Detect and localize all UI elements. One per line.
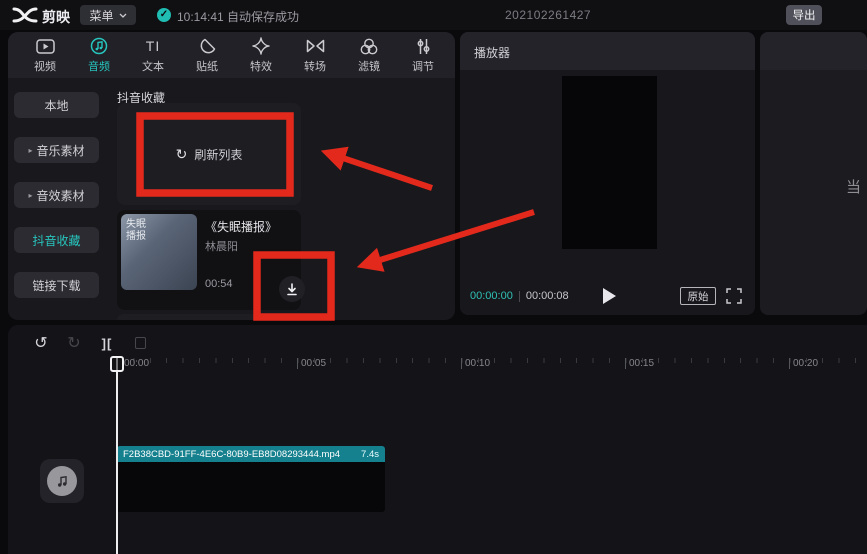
tab-label: 音频 (88, 58, 110, 74)
media-library-panel: 视频 音频 TI 文本 (8, 32, 455, 320)
top-bar: 剪映 菜单 ✓ 10:14:41 自动保存成功 202102261427 导出 (0, 0, 867, 30)
tab-filter[interactable]: 滤镜 (342, 32, 396, 78)
player-title: 播放器 (474, 44, 510, 61)
clip-filename: F2B38CBD-91FF-4E6C-80B9-EB8D08293444.mp4 (123, 449, 340, 460)
timeline-panel: ↺ ↻ ][ 00:00 00:05 00:10 00:15 00:20 (8, 325, 867, 554)
sticker-icon (199, 37, 216, 56)
sidebar-item-music-assets[interactable]: ▸ 音乐素材 (14, 137, 99, 163)
filter-icon (360, 37, 378, 56)
tab-adjust[interactable]: 调节 (396, 32, 450, 78)
text-icon: TI (146, 37, 160, 56)
expand-arrow-icon: ▸ (28, 191, 32, 200)
tab-label: 转场 (304, 58, 326, 74)
ruler-label: 00:20 (789, 358, 818, 369)
autosave-check-icon: ✓ (157, 8, 171, 22)
ruler-label: 00:15 (625, 358, 654, 369)
expand-arrow-icon: ▸ (28, 146, 32, 155)
refresh-icon: ↻ (176, 146, 188, 163)
delete-icon (135, 337, 146, 349)
ruler-ticks (117, 358, 865, 363)
undo-button[interactable]: ↺ (30, 332, 52, 354)
track-audio-toggle[interactable] (40, 459, 84, 503)
tab-label: 视频 (34, 58, 56, 74)
clip-thumbnail-strip (117, 462, 385, 512)
video-preview (562, 76, 657, 249)
refresh-list-button[interactable]: ↻ 刷新列表 (117, 103, 301, 205)
player-controls: 00:00:00 00:00:08 原始 (460, 277, 755, 315)
music-duration: 00:54 (205, 278, 233, 290)
menu-button-label: 菜单 (89, 7, 113, 24)
clipped-text: 当 (846, 176, 861, 197)
adjust-icon (415, 37, 432, 56)
asset-tab-bar: 视频 音频 TI 文本 (8, 32, 455, 78)
tab-sticker[interactable]: 贴纸 (180, 32, 234, 78)
original-quality-button[interactable]: 原始 (680, 287, 716, 305)
sidebar-item-label: 抖音收藏 (32, 232, 80, 249)
sidebar-item-douyin-favorites[interactable]: 抖音收藏 (14, 227, 99, 253)
tab-effects[interactable]: 特效 (234, 32, 288, 78)
tab-label: 文本 (142, 58, 164, 74)
time-ruler[interactable]: 00:00 00:05 00:10 00:15 00:20 (8, 356, 867, 376)
split-button[interactable]: ][ (96, 332, 118, 354)
app-logo-icon (12, 6, 38, 24)
next-music-item-partial (117, 314, 301, 320)
ruler-label: 00:05 (297, 358, 326, 369)
project-name: 202102261427 (505, 8, 591, 22)
audio-icon (90, 37, 108, 56)
player-panel: 播放器 00:00:00 00:00:08 原始 (460, 32, 755, 315)
effects-icon (252, 37, 270, 56)
ruler-label: 00:10 (461, 358, 490, 369)
current-time: 00:00:00 (470, 290, 513, 302)
fullscreen-icon[interactable] (726, 288, 742, 304)
mute-original-icon (47, 466, 77, 496)
export-button[interactable]: 导出 (786, 5, 822, 25)
clip-duration: 7.4s (361, 449, 379, 460)
playhead-handle[interactable] (110, 356, 124, 372)
tab-video[interactable]: 视频 (18, 32, 72, 78)
transition-icon (306, 37, 325, 56)
tab-label: 贴纸 (196, 58, 218, 74)
sidebar-item-sound-effects[interactable]: ▸ 音效素材 (14, 182, 99, 208)
time-divider (519, 291, 520, 302)
sidebar-item-link-download[interactable]: 链接下载 (14, 272, 99, 298)
tab-label: 特效 (250, 58, 272, 74)
menu-button[interactable]: 菜单 (80, 5, 136, 25)
total-time: 00:00:08 (526, 290, 569, 302)
music-list-item[interactable]: 失眠播报 《失眠播报》 林晨阳 00:54 (117, 210, 301, 310)
play-button[interactable] (603, 288, 616, 304)
app-window: 剪映 菜单 ✓ 10:14:41 自动保存成功 202102261427 导出 … (0, 0, 867, 554)
tab-label: 调节 (412, 58, 434, 74)
playhead-line (116, 357, 118, 554)
chevron-down-icon (119, 13, 127, 18)
timeline-clip[interactable]: F2B38CBD-91FF-4E6C-80B9-EB8D08293444.mp4… (117, 446, 385, 512)
sidebar-item-local[interactable]: 本地 (14, 92, 99, 118)
refresh-list-label: 刷新列表 (194, 146, 242, 163)
download-icon (286, 283, 298, 296)
detail-panel-partial: 当 (760, 32, 867, 315)
sidebar-item-label: 链接下载 (32, 277, 80, 294)
sidebar-item-label: 本地 (44, 97, 68, 114)
music-artist: 林晨阳 (205, 238, 238, 254)
detail-panel-header (760, 32, 867, 70)
sidebar-item-label: 音效素材 (37, 187, 85, 204)
download-button[interactable] (279, 276, 305, 302)
music-title: 《失眠播报》 (205, 218, 277, 235)
thumbnail-overlay-text: 失眠播报 (126, 219, 150, 243)
app-name: 剪映 (42, 7, 70, 27)
tab-transition[interactable]: 转场 (288, 32, 342, 78)
ruler-label: 00:00 (121, 358, 149, 369)
tab-audio[interactable]: 音频 (72, 32, 126, 78)
autosave-status-text: 10:14:41 自动保存成功 (177, 8, 299, 25)
music-thumbnail: 失眠播报 (121, 214, 197, 290)
tab-label: 滤镜 (358, 58, 380, 74)
redo-button[interactable]: ↻ (63, 332, 85, 354)
clip-header: F2B38CBD-91FF-4E6C-80B9-EB8D08293444.mp4… (117, 446, 385, 462)
tab-text[interactable]: TI 文本 (126, 32, 180, 78)
delete-button[interactable] (129, 332, 151, 354)
video-icon (36, 37, 55, 56)
sidebar-item-label: 音乐素材 (37, 142, 85, 159)
